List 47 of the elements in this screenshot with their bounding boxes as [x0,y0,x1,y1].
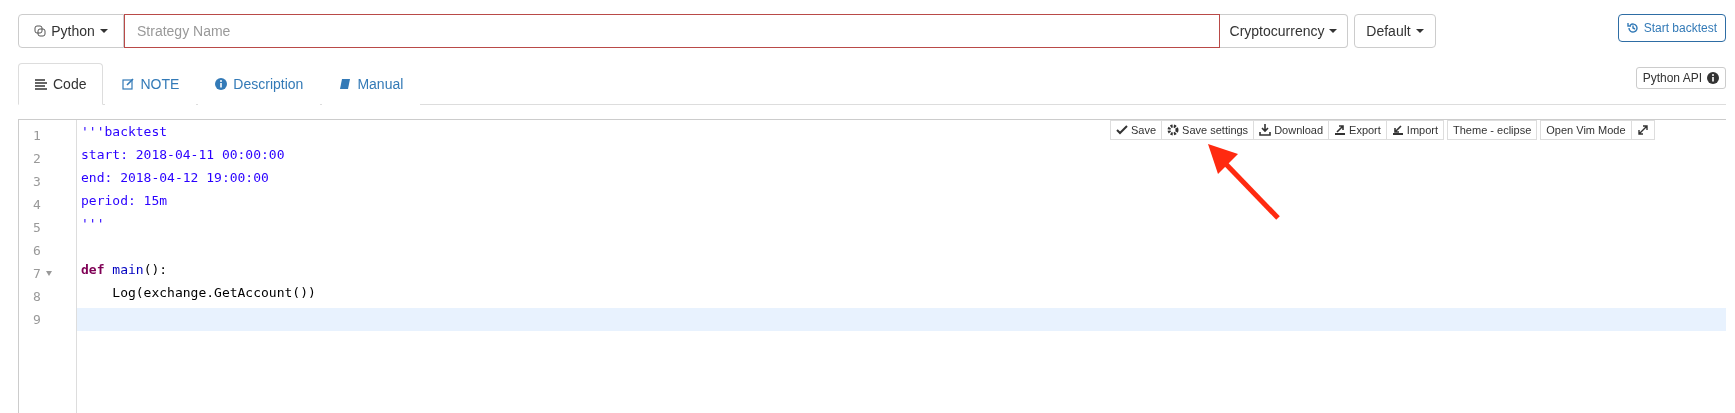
line-number: 7 [33,266,41,281]
toolbar-button[interactable]: Open Vim Mode [1540,120,1632,140]
caret-icon [1329,29,1338,33]
expand-icon [1636,124,1649,136]
code-line: ''' [81,216,105,231]
export-icon [1334,124,1347,136]
info-icon [1707,72,1719,84]
history-icon [1626,22,1639,34]
download-icon [1259,124,1272,136]
start-backtest-button[interactable]: Start backtest [1617,14,1726,42]
line-number: 6 [33,243,41,258]
language-dropdown[interactable]: Python [18,14,124,48]
line-number: 1 [33,128,41,143]
category-dropdown[interactable]: Cryptocurrency [1220,14,1348,48]
line-number: 8 [33,289,41,304]
line-number: 4 [33,197,41,212]
check-icon [1116,124,1128,136]
code-line: def main(): [81,262,168,277]
caret-icon [99,29,108,33]
tab[interactable]: Code [18,63,104,105]
toolbar-button[interactable]: Theme - eclipse [1447,120,1538,140]
code-line: Log(exchange.GetAccount()) [111,285,316,300]
line-number: 2 [33,151,41,166]
fold-icon[interactable] [45,271,52,276]
template-dropdown[interactable]: Default [1354,14,1436,48]
toolbar-button[interactable]: Save [1110,120,1163,140]
python-api-button[interactable]: Python API [1635,67,1726,89]
code-line: end: 2018-04-12 19:00:00 [81,170,269,185]
code-line: period: 15m [81,193,168,208]
toolbar-button[interactable]: Import [1385,120,1445,140]
edit-icon [122,78,135,90]
fullscreen-button[interactable] [1630,120,1655,140]
strategy-name-field[interactable]: Strategy Name [124,14,1220,48]
code-line: '''backtest [81,124,168,139]
code-line: start: 2018-04-11 00:00:00 [81,147,285,162]
toolbar-button[interactable]: Download [1253,120,1330,140]
import-icon [1391,124,1404,136]
toolbar-button[interactable]: Export [1328,120,1387,140]
info-icon [215,78,228,90]
line-number: 5 [33,220,41,235]
line-number: 3 [33,174,41,189]
line-number: 9 [33,312,41,327]
list-icon [35,78,47,90]
toolbar-button[interactable]: Save settings [1161,120,1255,140]
gear-icon [1167,124,1180,136]
book-icon [339,78,352,90]
caret-icon [1415,29,1424,33]
